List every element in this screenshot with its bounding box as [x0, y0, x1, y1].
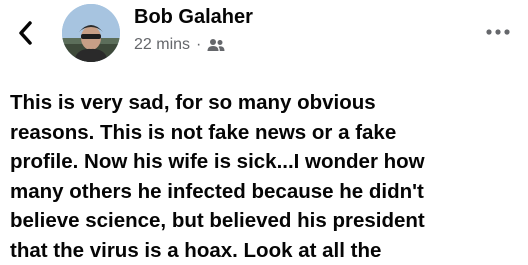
- avatar[interactable]: [62, 4, 120, 62]
- author-name[interactable]: Bob Galaher: [134, 6, 253, 29]
- friends-icon[interactable]: [207, 38, 225, 52]
- timestamp[interactable]: 22 mins: [134, 36, 190, 54]
- back-button[interactable]: [12, 16, 40, 50]
- meta-separator: ·: [196, 36, 202, 53]
- more-horizontal-icon: [486, 29, 510, 35]
- post-text: This is very sad, for so many obvious re…: [10, 91, 425, 262]
- more-options-button[interactable]: [482, 22, 514, 42]
- avatar-photo: [62, 4, 120, 62]
- post-meta: 22 mins ·: [134, 36, 225, 54]
- chevron-left-icon: [19, 21, 32, 45]
